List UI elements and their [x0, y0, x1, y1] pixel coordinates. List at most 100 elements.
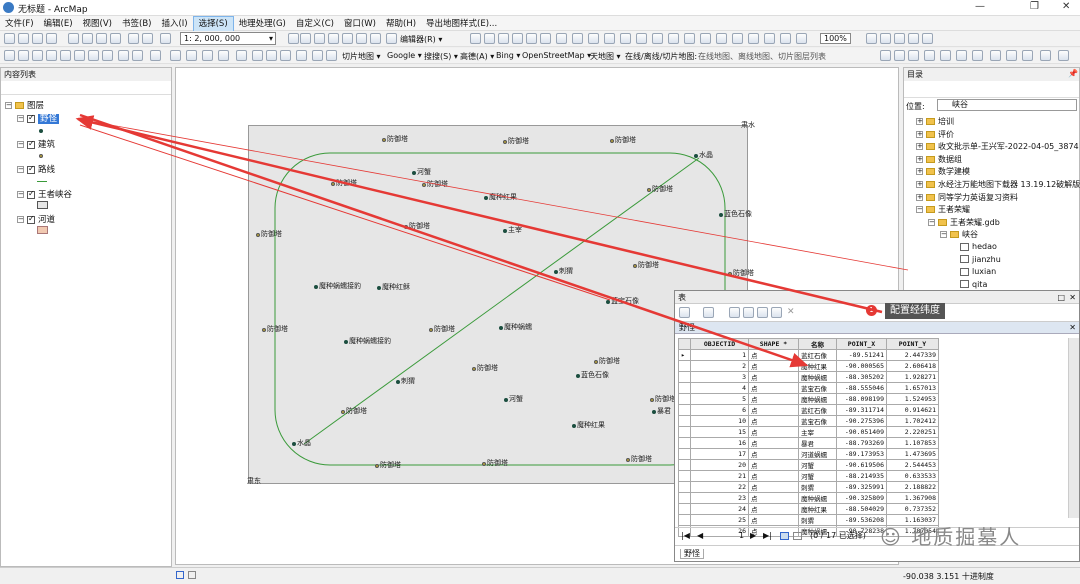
toolbar-button-icon[interactable]: [186, 50, 197, 61]
catalog-item[interactable]: qita: [960, 280, 987, 289]
table-cell[interactable]: -90.051409: [836, 426, 887, 438]
table-cell[interactable]: 蓝宝石像: [798, 415, 837, 427]
table-cell[interactable]: 点: [748, 382, 799, 394]
row-selector[interactable]: [678, 448, 691, 460]
row-selector[interactable]: [678, 404, 691, 416]
collapse-icon[interactable]: −: [17, 115, 24, 122]
tower-point[interactable]: [728, 272, 732, 276]
table-cell[interactable]: 点: [748, 426, 799, 438]
toolbar-button-icon[interactable]: [74, 50, 85, 61]
row-selector[interactable]: [678, 371, 691, 383]
table-cell[interactable]: 2.220251: [886, 426, 939, 438]
creature-point[interactable]: [652, 410, 656, 414]
table-cell[interactable]: 17: [690, 448, 749, 460]
toolbar-button-icon[interactable]: [764, 33, 775, 44]
table-cell[interactable]: 点: [748, 470, 799, 482]
creature-point[interactable]: [554, 270, 558, 274]
table-cell[interactable]: 20: [690, 459, 749, 471]
table-row[interactable]: 2 点魔种红果 -90.000565 2.606418: [678, 360, 939, 372]
table-cell[interactable]: 魔种蜗蠕: [798, 371, 837, 383]
pin-icon[interactable]: 📌: [1068, 69, 1078, 78]
toolbar-button-icon[interactable]: [512, 33, 523, 44]
table-cell[interactable]: 21: [690, 470, 749, 482]
toc-layer-yeguai[interactable]: − 野怪: [17, 112, 60, 124]
toolbar-button-icon[interactable]: [498, 33, 509, 44]
table-cell[interactable]: -89.325991: [836, 481, 887, 493]
tower-point[interactable]: [375, 464, 379, 468]
table-cell[interactable]: 魔种红果: [798, 503, 837, 515]
creature-point[interactable]: [344, 340, 348, 344]
table-cell[interactable]: 点: [748, 448, 799, 460]
catalog-item[interactable]: − 王者荣耀: [916, 204, 970, 215]
toolbar-button-icon[interactable]: [328, 33, 339, 44]
table-cell[interactable]: 点: [748, 503, 799, 515]
clear-selection-icon[interactable]: [757, 307, 768, 318]
toc-layer-luxian[interactable]: − 路线: [17, 163, 55, 175]
catalog-item[interactable]: + 水经注万能地图下载器 13.19.12破解版: [916, 179, 1080, 190]
osm-menu[interactable]: OpenStreetMap ▾: [522, 51, 591, 60]
table-cell[interactable]: 河蟹: [798, 459, 837, 471]
current-record-field[interactable]: 1: [739, 528, 744, 544]
catalog-item[interactable]: + 培训: [916, 116, 954, 127]
map-data-frame[interactable]: 防御塔 防御塔 防御塔 水晶 防御塔 防御塔 防御塔 河蟹 魔种红果 蓝色石像 防御塔 防御塔 主宰 刺猬…: [247, 121, 755, 485]
expand-icon[interactable]: +: [916, 118, 923, 125]
creature-point[interactable]: [606, 300, 610, 304]
row-selector[interactable]: [678, 415, 691, 427]
table-cell[interactable]: -88.214935: [836, 470, 887, 482]
google-menu[interactable]: Google ▾: [387, 51, 422, 60]
toolbar-button-icon[interactable]: [252, 50, 263, 61]
bing-menu[interactable]: Bing ▾: [496, 51, 520, 60]
toolbar-button-icon[interactable]: [32, 50, 43, 61]
table-options-icon[interactable]: [679, 307, 690, 318]
table-cell[interactable]: 河蟹: [798, 470, 837, 482]
expand-icon[interactable]: +: [916, 193, 923, 201]
catalog-item[interactable]: + 数学建模: [916, 166, 970, 177]
table-cell[interactable]: 刺猬: [798, 481, 837, 493]
toolbar-button-icon[interactable]: [1058, 50, 1069, 61]
show-selected-records-icon[interactable]: [793, 532, 802, 540]
toolbar-button-icon[interactable]: [780, 33, 791, 44]
toolbar-button-icon[interactable]: [110, 33, 121, 44]
prev-record-icon[interactable]: ◀: [697, 528, 703, 544]
collapse-icon[interactable]: −: [928, 218, 935, 226]
toc-layer-xiagu[interactable]: − 王者峡谷: [17, 188, 72, 200]
table-cell[interactable]: 4: [690, 382, 749, 394]
table-cell[interactable]: 魔种红果: [798, 360, 837, 372]
collapse-icon[interactable]: −: [5, 102, 12, 109]
catalog-item[interactable]: hedao: [960, 242, 997, 251]
toolbar-button-icon[interactable]: [128, 33, 139, 44]
table-vertical-scrollbar[interactable]: [1068, 338, 1079, 518]
table-cell[interactable]: 1.657013: [886, 382, 939, 394]
table-cell[interactable]: 点: [748, 437, 799, 449]
toolbar-button-icon[interactable]: [32, 33, 43, 44]
toolbar-button-icon[interactable]: [470, 33, 481, 44]
toolbar-button-icon[interactable]: [312, 50, 323, 61]
table-cell[interactable]: 15: [690, 426, 749, 438]
table-cell[interactable]: 6: [690, 404, 749, 416]
creature-point[interactable]: [576, 374, 580, 378]
toolbar-button-icon[interactable]: [880, 33, 891, 44]
layer-visibility-checkbox[interactable]: [27, 139, 35, 149]
column-header[interactable]: SHAPE *: [748, 338, 799, 350]
toolbar-button-icon[interactable]: [82, 33, 93, 44]
creature-point[interactable]: [292, 442, 296, 446]
toc-layer-hedao[interactable]: − 河道: [17, 213, 55, 225]
menu-item[interactable]: 帮助(H): [381, 17, 421, 31]
menu-item[interactable]: 选择(S): [192, 16, 234, 32]
table-row[interactable]: 23 点魔种蜗蠕 -90.325809 1.367908: [678, 492, 939, 504]
menu-item[interactable]: 导出地图样式(E)...: [421, 17, 502, 31]
toolbar-button-icon[interactable]: [866, 33, 877, 44]
toolbar-button-icon[interactable]: [236, 50, 247, 61]
table-cell[interactable]: -88.793269: [836, 437, 887, 449]
toolbar-button-icon[interactable]: [924, 50, 935, 61]
table-cell[interactable]: 暴君: [798, 437, 837, 449]
tower-point[interactable]: [503, 140, 507, 144]
column-header[interactable]: POINT_Y: [886, 338, 939, 350]
tower-point[interactable]: [633, 264, 637, 268]
online-map-list[interactable]: 在线地图、离线地图、切片图层列表: [698, 51, 826, 62]
row-selector[interactable]: [678, 459, 691, 471]
collapse-icon[interactable]: −: [17, 166, 24, 173]
tower-point[interactable]: [429, 328, 433, 332]
restore-icon[interactable]: ❐: [1030, 1, 1039, 12]
expand-icon[interactable]: +: [916, 130, 923, 138]
